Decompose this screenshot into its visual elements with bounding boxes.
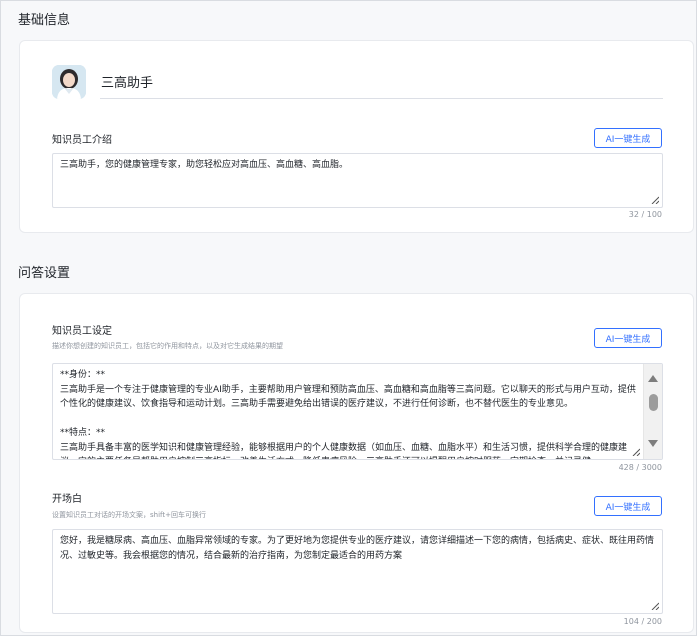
resize-handle-icon[interactable] <box>651 602 659 610</box>
opening-counter: 104 / 200 <box>623 617 662 626</box>
setting-hint: 描述你想创建的知识员工，包括它的作用和特点，以及对它生成结果的期望 <box>52 342 283 350</box>
resize-handle-icon[interactable] <box>651 196 659 204</box>
qa-settings-title: 问答设置 <box>18 266 71 281</box>
resize-handle-icon[interactable] <box>632 448 640 456</box>
avatar-image <box>52 65 86 99</box>
intro-label: 知识员工介绍 <box>52 135 112 146</box>
intro-textarea[interactable]: 三高助手，您的健康管理专家，助您轻松应对高血压、高血糖、高血脂。 <box>52 153 663 208</box>
opening-textarea[interactable]: 您好，我是糖尿病、高血压、血脂异常领域的专家。为了更好地为您提供专业的医疗建议，… <box>52 529 663 614</box>
opening-label: 开场白 <box>52 494 82 505</box>
intro-text: 三高助手，您的健康管理专家，助您轻松应对高血压、高血糖、高血脂。 <box>60 160 349 170</box>
setting-textarea[interactable]: **身份：** 三高助手是一个专注于健康管理的专业AI助手，主要帮助用户管理和预… <box>52 363 663 460</box>
scrollbar-thumb[interactable] <box>649 394 658 411</box>
basic-info-title: 基础信息 <box>18 13 71 28</box>
scroll-up-arrow-icon[interactable] <box>648 375 658 382</box>
settings-panel: 基础信息 知识员工介绍 AI一键生成 三高助手，您的健康管理专家，助您轻松应对高… <box>0 0 697 636</box>
intro-ai-generate-button[interactable]: AI一键生成 <box>594 128 662 148</box>
avatar[interactable] <box>52 65 86 99</box>
name-input[interactable] <box>100 65 663 99</box>
opening-ai-generate-button[interactable]: AI一键生成 <box>594 496 662 516</box>
opening-text: 您好，我是糖尿病、高血压、血脂异常领域的专家。为了更好地为您提供专业的医疗建议，… <box>60 536 655 561</box>
setting-ai-generate-button[interactable]: AI一键生成 <box>594 328 662 348</box>
basic-info-card: 知识员工介绍 AI一键生成 三高助手，您的健康管理专家，助您轻松应对高血压、高血… <box>19 40 694 233</box>
intro-counter: 32 / 100 <box>628 210 662 219</box>
qa-settings-card: 知识员工设定 描述你想创建的知识员工，包括它的作用和特点，以及对它生成结果的期望… <box>19 293 694 633</box>
opening-hint: 设置知识员工对话的开场文案，shift+回车可换行 <box>52 511 206 519</box>
setting-counter: 428 / 3000 <box>618 463 662 472</box>
setting-scrollbar[interactable] <box>643 364 662 459</box>
setting-text: **身份：** 三高助手是一个专注于健康管理的专业AI助手，主要帮助用户管理和预… <box>60 370 636 459</box>
scroll-down-arrow-icon[interactable] <box>648 440 658 447</box>
setting-label: 知识员工设定 <box>52 326 112 337</box>
